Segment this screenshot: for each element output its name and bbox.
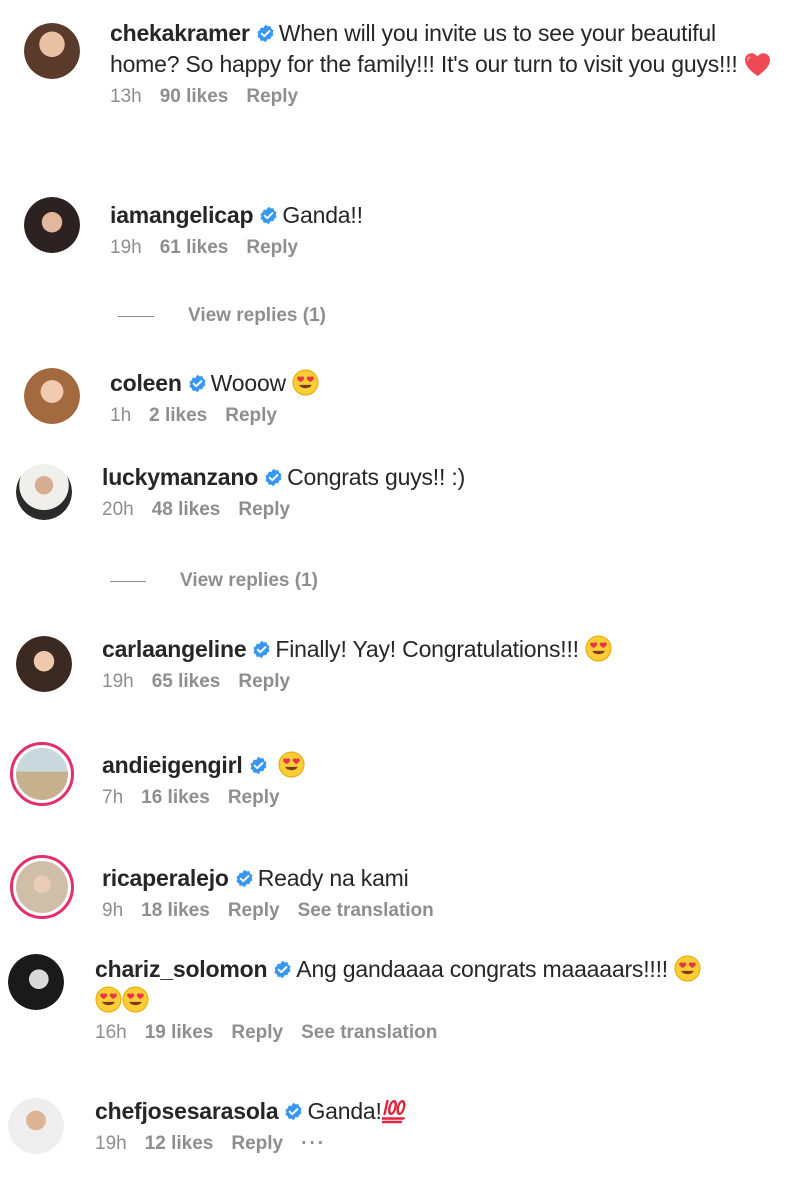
comment-time: 19h <box>102 671 134 692</box>
comment-time: 20h <box>102 499 134 520</box>
comment-meta: 19h 12 likes Reply ··· <box>95 1133 795 1155</box>
heart-eyes-emoji-icon <box>122 986 149 1013</box>
verified-badge-icon <box>249 756 268 775</box>
comment-time: 1h <box>110 405 132 426</box>
avatar-chekakramer[interactable] <box>24 23 80 79</box>
comment-text: andieigengirl <box>102 750 792 781</box>
view-replies-button[interactable]: View replies (1) <box>110 570 318 592</box>
view-replies-button[interactable]: View replies (1) <box>118 305 326 327</box>
see-translation-button[interactable]: See translation <box>298 900 434 921</box>
avatar-chefjosesarasola[interactable] <box>8 1098 64 1154</box>
comment-text: chekakramer When will you invite us to se… <box>110 18 790 80</box>
likes-count[interactable]: 90 likes <box>160 86 229 107</box>
heart-eyes-emoji-icon <box>278 751 305 778</box>
comment-body: Ganda! <box>307 1098 382 1124</box>
heart-eyes-emoji-icon <box>674 955 701 982</box>
likes-count[interactable]: 19 likes <box>145 1022 214 1043</box>
hundred-points-emoji-icon <box>381 1099 406 1124</box>
heart-eyes-emoji-icon <box>292 369 319 396</box>
comment-meta: 1h 2 likes Reply <box>110 405 790 427</box>
comment-meta: 19h 65 likes Reply <box>102 671 792 693</box>
comment-meta: 20h 48 likes Reply <box>102 499 792 521</box>
reply-button[interactable]: Reply <box>225 405 277 426</box>
reply-button[interactable]: Reply <box>231 1133 283 1154</box>
comment-body: Wooow <box>210 370 286 396</box>
comment-text: chariz_solomon Ang gandaaaa congrats maaa… <box>95 954 795 1016</box>
comment-meta: 13h 90 likes Reply <box>110 86 790 108</box>
verified-badge-icon <box>188 374 207 393</box>
comment-text: coleen Wooow <box>110 368 790 399</box>
comment-time: 19h <box>110 237 142 258</box>
avatar-iamangelicap[interactable] <box>24 197 80 253</box>
avatar-andieigengirl[interactable] <box>10 742 74 806</box>
comment-text: iamangelicap Ganda!! <box>110 200 790 231</box>
comment-time: 7h <box>102 787 124 808</box>
comment-body: Ganda!! <box>282 202 363 228</box>
likes-count[interactable]: 18 likes <box>141 900 210 921</box>
comment-text: ricaperalejo Ready na kami <box>102 863 792 894</box>
likes-count[interactable]: 12 likes <box>145 1133 214 1154</box>
comment-meta: 19h 61 likes Reply <box>110 237 790 259</box>
reply-button[interactable]: Reply <box>231 1022 283 1043</box>
red-heart-emoji-icon <box>744 52 771 77</box>
reply-button[interactable]: Reply <box>228 900 280 921</box>
view-replies-label: View replies (1) <box>188 305 326 326</box>
username[interactable]: ricaperalejo <box>102 865 229 891</box>
comments-list: chekakramer When will you invite us to se… <box>0 0 800 1180</box>
verified-badge-icon <box>284 1102 303 1121</box>
comment-time: 13h <box>110 86 142 107</box>
comment-text: carlaangeline Finally! Yay! Congratulatio… <box>102 634 792 665</box>
likes-count[interactable]: 65 likes <box>152 671 221 692</box>
comment-body: Ang gandaaaa congrats maaaaars!!!! <box>296 956 668 982</box>
avatar-ricaperalejo[interactable] <box>10 855 74 919</box>
comment-body: Finally! Yay! Congratulations!!! <box>275 636 579 662</box>
reply-button[interactable]: Reply <box>246 86 298 107</box>
comment-time: 16h <box>95 1022 127 1043</box>
avatar-luckymanzano[interactable] <box>16 464 72 520</box>
divider-line <box>118 315 154 317</box>
verified-badge-icon <box>264 468 283 487</box>
likes-count[interactable]: 16 likes <box>141 787 210 808</box>
heart-eyes-emoji-icon <box>95 986 122 1013</box>
username[interactable]: luckymanzano <box>102 464 258 490</box>
comment-meta: 16h 19 likes Reply See translation <box>95 1022 795 1044</box>
reply-button[interactable]: Reply <box>228 787 280 808</box>
username[interactable]: chefjosesarasola <box>95 1098 279 1124</box>
avatar-carlaangeline[interactable] <box>16 636 72 692</box>
username[interactable]: coleen <box>110 370 182 396</box>
see-translation-button[interactable]: See translation <box>301 1022 437 1043</box>
verified-badge-icon <box>273 960 292 979</box>
comment-text: chefjosesarasola Ganda! <box>95 1096 795 1127</box>
avatar-coleen[interactable] <box>24 368 80 424</box>
avatar-chariz-solomon[interactable] <box>8 954 64 1010</box>
comment-text: luckymanzano Congrats guys!! :) <box>102 462 792 493</box>
verified-badge-icon <box>256 24 275 43</box>
comment-body: Ready na kami <box>257 865 409 891</box>
username[interactable]: chekakramer <box>110 20 250 46</box>
comment-time: 19h <box>95 1133 127 1154</box>
view-replies-label: View replies (1) <box>180 570 318 591</box>
username[interactable]: carlaangeline <box>102 636 247 662</box>
reply-button[interactable]: Reply <box>246 237 298 258</box>
likes-count[interactable]: 61 likes <box>160 237 229 258</box>
comment-meta: 9h 18 likes Reply See translation <box>102 900 792 922</box>
likes-count[interactable]: 48 likes <box>152 499 221 520</box>
username[interactable]: chariz_solomon <box>95 956 267 982</box>
comment-body: Congrats guys!! :) <box>287 464 466 490</box>
reply-button[interactable]: Reply <box>238 671 290 692</box>
username[interactable]: iamangelicap <box>110 202 254 228</box>
verified-badge-icon <box>252 640 271 659</box>
verified-badge-icon <box>235 869 254 888</box>
heart-eyes-emoji-icon <box>585 635 612 662</box>
username[interactable]: andieigengirl <box>102 752 243 778</box>
reply-button[interactable]: Reply <box>238 499 290 520</box>
comment-meta: 7h 16 likes Reply <box>102 787 792 809</box>
verified-badge-icon <box>259 206 278 225</box>
divider-line <box>110 580 146 582</box>
more-options-button[interactable]: ··· <box>301 1133 326 1154</box>
likes-count[interactable]: 2 likes <box>149 405 207 426</box>
comment-time: 9h <box>102 900 124 921</box>
